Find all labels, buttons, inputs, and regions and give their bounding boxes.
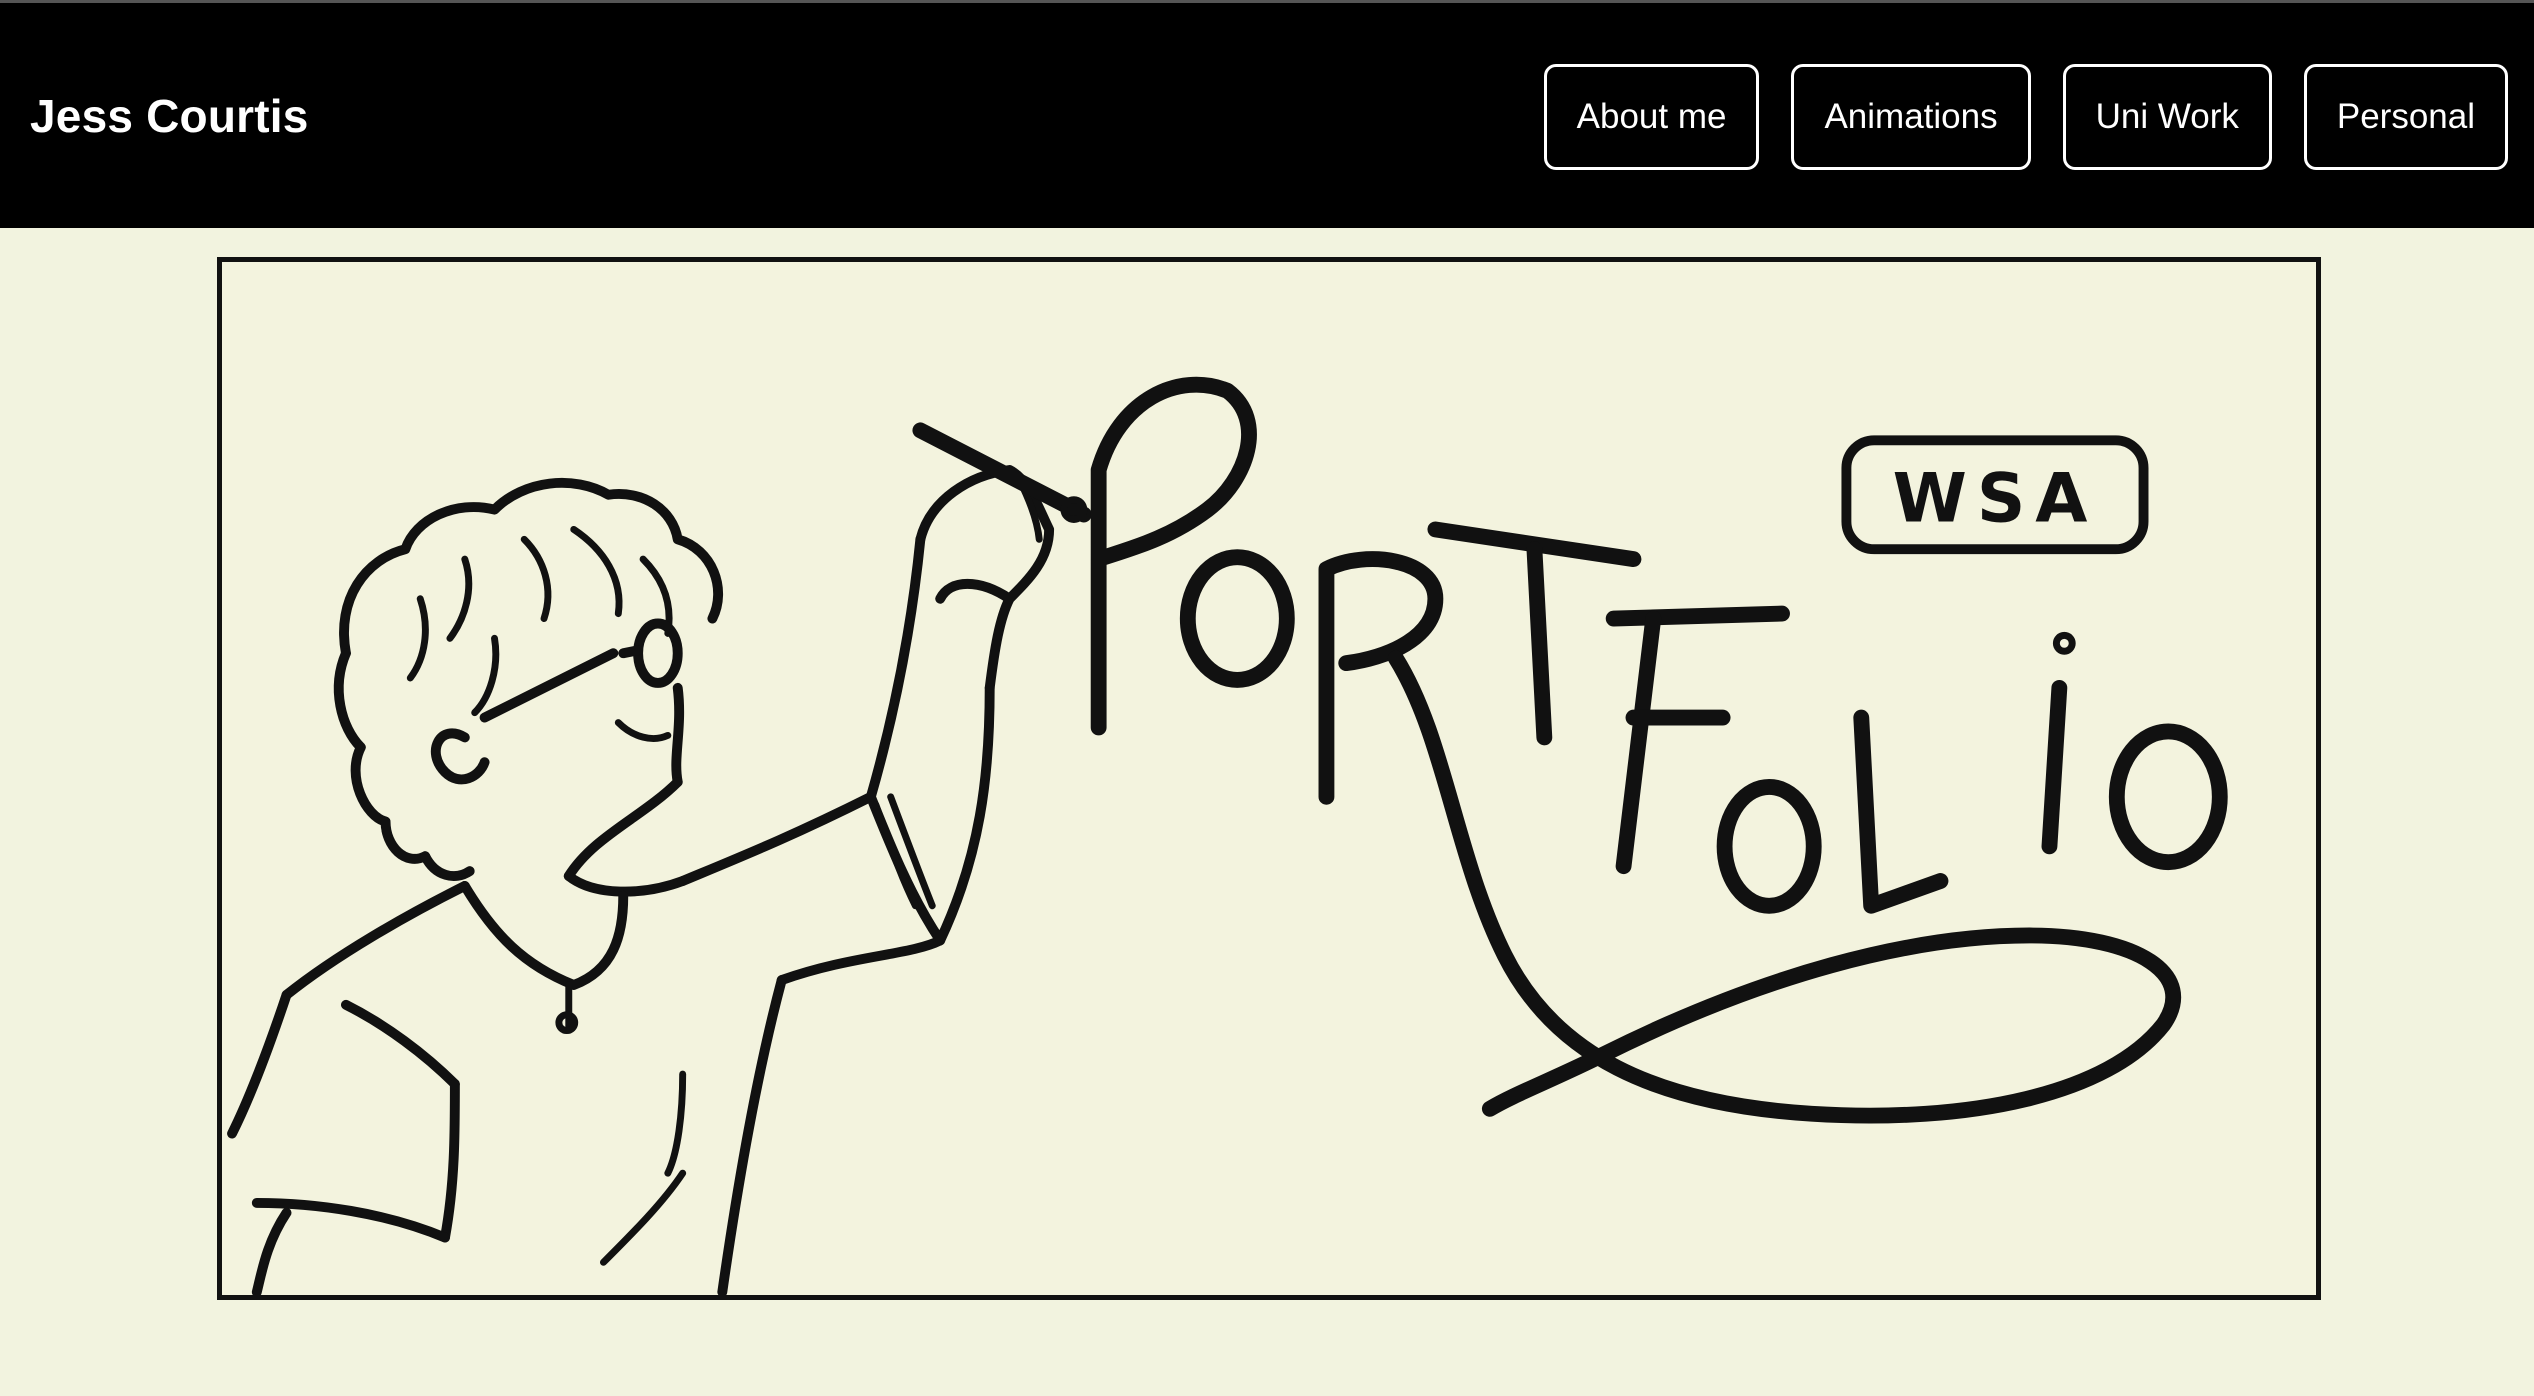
site-title[interactable]: Jess Courtis [30, 91, 309, 141]
nav-animations-button[interactable]: Animations [1791, 64, 2031, 170]
wsa-badge: WSA [1841, 435, 2149, 555]
character-sketch [227, 422, 1092, 1295]
main-nav: About me Animations Uni Work Personal [1543, 64, 2508, 170]
wsa-badge-text: WSA [1893, 458, 2098, 537]
nav-personal-button[interactable]: Personal [2303, 64, 2508, 170]
portfolio-drawing: WSA [227, 376, 2228, 1295]
nav-about-me-button[interactable]: About me [1543, 64, 1760, 170]
top-navigation-bar: Jess Courtis About me Animations Uni Wor… [0, 0, 2534, 228]
hero-portfolio-illustration: WSA [217, 257, 2321, 1300]
nav-uni-work-button[interactable]: Uni Work [2062, 64, 2272, 170]
